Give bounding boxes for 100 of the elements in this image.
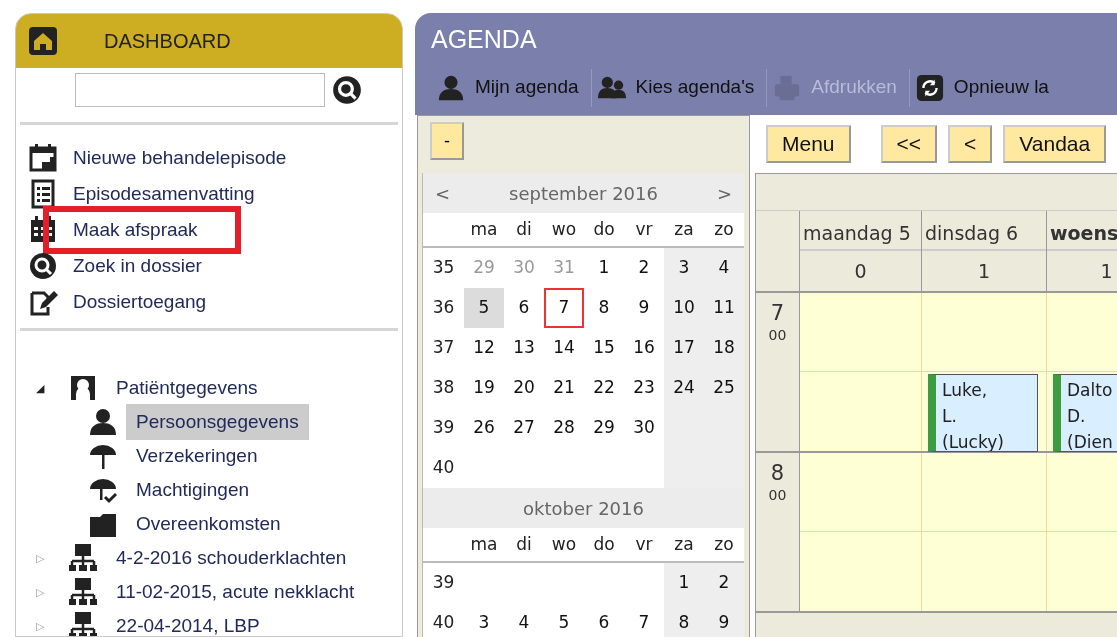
day-header[interactable]: maandag 5 [800, 211, 921, 251]
toolbar-button[interactable]: Mijn agenda [431, 68, 591, 107]
calendar-day[interactable]: 13 [504, 328, 544, 368]
network-icon [68, 543, 98, 573]
calendar-icon [28, 143, 58, 173]
week-number: 36 [431, 296, 456, 320]
calendar-day[interactable]: 14 [544, 328, 584, 368]
nav-button[interactable]: < [948, 125, 993, 163]
calendar-day[interactable]: 8 [584, 288, 624, 328]
day-header[interactable]: dinsdag 6 [922, 211, 1046, 251]
nav-button[interactable]: Menu [766, 125, 851, 163]
minute-label: 00 [768, 486, 787, 505]
calendar-day[interactable]: 28 [544, 408, 584, 448]
calendar-day[interactable]: 1 [584, 248, 624, 288]
calendar-day[interactable]: 26 [464, 408, 504, 448]
calendar-day[interactable]: 18 [704, 328, 744, 368]
week-number: 40 [431, 611, 456, 635]
calendar-day[interactable]: 10 [664, 288, 704, 328]
calendar-day[interactable]: 12 [464, 328, 504, 368]
calendar-day[interactable]: 30 [624, 408, 664, 448]
weekday-label: vr [634, 217, 654, 241]
calendar-day[interactable]: 25 [704, 368, 744, 408]
prev-month-button[interactable]: < [435, 179, 451, 207]
calendar-day[interactable]: 16 [624, 328, 664, 368]
calendar-day[interactable]: 1 [664, 563, 704, 603]
weekday-label: zo [713, 217, 735, 241]
search-field[interactable] [75, 73, 325, 107]
nav-button[interactable]: << [880, 125, 938, 163]
week-number: 35 [431, 256, 456, 280]
calendar-day[interactable]: 2 [624, 248, 664, 288]
week-number: 40 [431, 456, 456, 480]
minute-label: 00 [768, 326, 787, 345]
weekday-label: wo [550, 532, 578, 556]
patient-icon [68, 373, 98, 403]
appointment[interactable]: Dalto D. (Dien [1053, 374, 1117, 452]
calendar-day[interactable]: 3 [464, 603, 504, 637]
weekday-label: za [673, 532, 695, 556]
calendar-day[interactable]: 4 [504, 603, 544, 637]
menu-item[interactable]: Zoek in dossier [73, 251, 202, 281]
calendar-day[interactable]: 15 [584, 328, 624, 368]
person-icon [88, 407, 118, 437]
refresh-icon [915, 73, 944, 102]
calendar-day[interactable]: 5 [464, 288, 504, 328]
collapse-arrow[interactable]: ◢ [36, 379, 58, 397]
calendar-day[interactable]: 22 [584, 368, 624, 408]
calendar-day[interactable]: 23 [624, 368, 664, 408]
calendar-day[interactable]: 17 [664, 328, 704, 368]
calendar-day[interactable]: 7 [544, 288, 584, 328]
weekday-label: do [592, 217, 616, 241]
next-month-button[interactable]: > [716, 179, 732, 207]
appointment-count: 0 [853, 259, 868, 284]
weekday-label: vr [634, 532, 654, 556]
collapse-button[interactable]: - [430, 122, 464, 160]
network-icon [68, 577, 98, 607]
home-icon[interactable] [28, 26, 58, 56]
toolbar-button[interactable]: Kies agenda's [590, 68, 767, 107]
calendar-day[interactable]: 11 [704, 288, 744, 328]
week-number: 39 [431, 571, 456, 595]
weekday-label: di [515, 532, 533, 556]
calendar-day[interactable]: 6 [504, 288, 544, 328]
calendar-day[interactable]: 6 [584, 603, 624, 637]
week-number: 37 [431, 336, 456, 360]
calendar-day[interactable]: 19 [464, 368, 504, 408]
calendar-day[interactable]: 9 [704, 603, 744, 637]
tree-item[interactable]: Persoonsgegevens [126, 403, 309, 441]
calendar-day[interactable]: 27 [504, 408, 544, 448]
calendar-day[interactable]: 21 [544, 368, 584, 408]
calendar-day[interactable]: 24 [664, 368, 704, 408]
menu-item[interactable]: Dossiertoegang [73, 287, 207, 317]
appointment-count: 1 [1099, 259, 1114, 284]
agenda-title: AGENDA [430, 24, 538, 55]
week-number: 39 [431, 416, 456, 440]
appointment-text: Dalto D. (Dien [1067, 379, 1113, 451]
month-title: oktober 2016 [523, 496, 644, 521]
appointment[interactable]: Luke, L. (Lucky) [928, 374, 1038, 452]
calendar-day[interactable]: 8 [664, 603, 704, 637]
nav-button[interactable]: Vandaa [1003, 125, 1107, 163]
day-header[interactable]: woens [1047, 211, 1117, 251]
weekday-label: wo [550, 217, 578, 241]
person-icon [437, 73, 465, 102]
menu-item[interactable]: Maak afspraak [73, 215, 198, 245]
calendar-day[interactable]: 5 [544, 603, 584, 637]
hour-label: 7 [770, 301, 785, 325]
weekday-label: do [592, 532, 616, 556]
search-icon[interactable] [331, 74, 363, 106]
calendar-day[interactable]: 7 [624, 603, 664, 637]
calendar-day[interactable]: 9 [624, 288, 664, 328]
weekday-label: za [673, 217, 695, 241]
menu-item[interactable]: Nieuwe behandelepisode [73, 143, 287, 173]
calendar-day[interactable]: 29 [584, 408, 624, 448]
hour-label: 8 [770, 461, 785, 485]
calendar-day[interactable]: 20 [504, 368, 544, 408]
weekday-label: ma [469, 217, 499, 241]
menu-item[interactable]: Episodesamenvatting [73, 179, 255, 209]
calendar-day[interactable]: 4 [704, 248, 744, 288]
calendar-day[interactable]: 2 [704, 563, 744, 603]
search-icon [28, 251, 58, 281]
toolbar-button[interactable]: Opnieuw la [908, 68, 1061, 107]
week-number: 38 [431, 376, 456, 400]
calendar-day[interactable]: 3 [664, 248, 704, 288]
